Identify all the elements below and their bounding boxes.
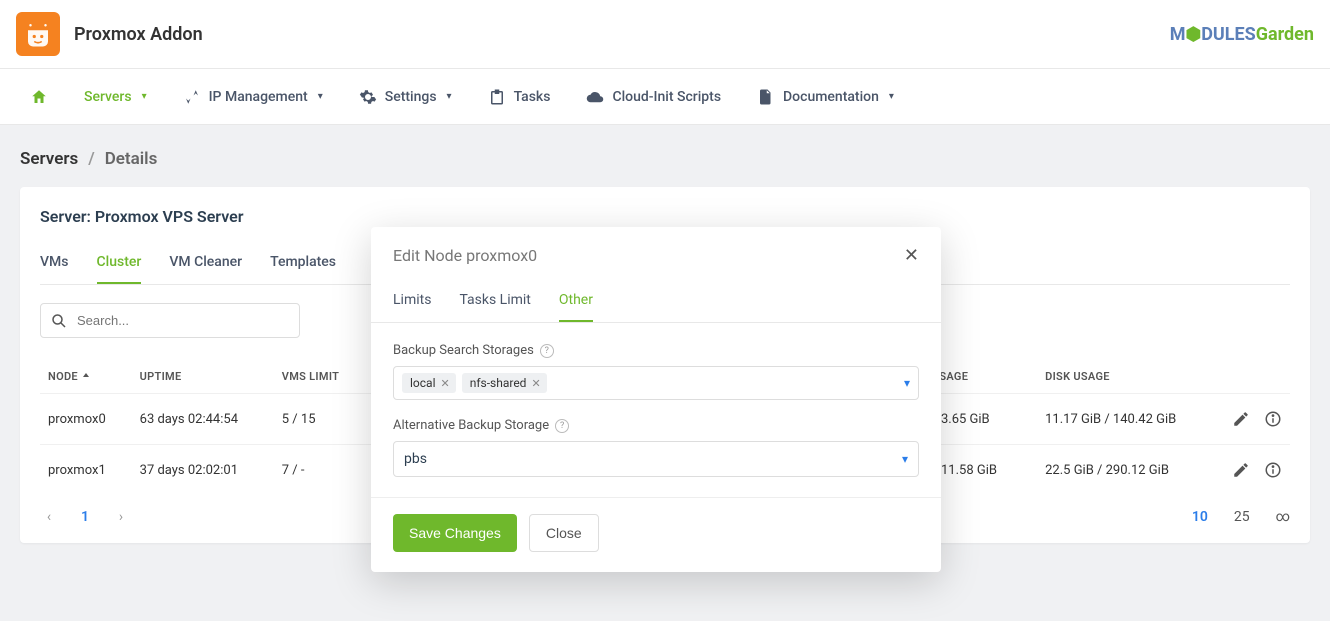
tab-vm-cleaner[interactable]: VM Cleaner bbox=[169, 246, 242, 284]
chevron-down-icon: ▾ bbox=[142, 91, 147, 102]
nav-settings[interactable]: Settings▾ bbox=[345, 80, 466, 114]
app-header: Proxmox Addon M⬢DULESGarden bbox=[0, 0, 1330, 69]
th-disk[interactable]: DISK USAGE bbox=[1037, 360, 1220, 394]
page-1[interactable]: 1 bbox=[76, 509, 94, 525]
cell-vms: 7 / - bbox=[274, 445, 365, 496]
backup-storages-select[interactable]: local✕ nfs-shared✕ ▾ bbox=[393, 366, 919, 400]
alt-backup-storage-select[interactable]: pbs ▾ bbox=[393, 441, 919, 477]
cell-node: proxmox1 bbox=[40, 445, 132, 496]
brand-logo: M⬢DULESGarden bbox=[1170, 24, 1314, 45]
search-icon bbox=[50, 312, 68, 330]
th-node[interactable]: NODE bbox=[40, 360, 132, 394]
tag-remove-icon[interactable]: ✕ bbox=[441, 377, 450, 390]
modal-title: Edit Node proxmox0 bbox=[393, 246, 537, 265]
gear-icon bbox=[359, 88, 377, 106]
chevron-down-icon: ▾ bbox=[447, 91, 452, 102]
modal-tab-other[interactable]: Other bbox=[559, 282, 593, 322]
save-button[interactable]: Save Changes bbox=[393, 514, 517, 552]
th-uptime[interactable]: UPTIME bbox=[132, 360, 274, 394]
breadcrumb-root[interactable]: Servers bbox=[20, 149, 78, 169]
edit-icon[interactable] bbox=[1232, 461, 1250, 479]
close-button[interactable]: Close bbox=[529, 514, 599, 552]
tag-nfs-shared: nfs-shared✕ bbox=[462, 373, 547, 393]
cell-disk: 22.5 GiB / 290.12 GiB bbox=[1037, 445, 1220, 496]
home-icon bbox=[30, 88, 48, 106]
page-size-25[interactable]: 25 bbox=[1234, 509, 1250, 525]
cell-node: proxmox0 bbox=[40, 394, 132, 445]
tag-remove-icon[interactable]: ✕ bbox=[531, 377, 540, 390]
swap-icon bbox=[183, 88, 201, 106]
modal-tab-tasks-limit[interactable]: Tasks Limit bbox=[459, 282, 530, 322]
tag-local: local✕ bbox=[402, 373, 456, 393]
cell-vms: 5 / 15 bbox=[274, 394, 365, 445]
edit-node-modal: Edit Node proxmox0 ✕ Limits Tasks Limit … bbox=[371, 227, 941, 572]
chevron-down-icon[interactable]: ▾ bbox=[904, 376, 910, 390]
modal-tabs: Limits Tasks Limit Other bbox=[371, 282, 941, 323]
app-logo bbox=[16, 12, 60, 56]
sort-asc-icon bbox=[81, 372, 91, 382]
gear-o-icon: ⬢ bbox=[1185, 24, 1201, 45]
app-title: Proxmox Addon bbox=[74, 24, 203, 45]
breadcrumb-sep: / bbox=[88, 149, 94, 169]
tab-templates[interactable]: Templates bbox=[270, 246, 336, 284]
cell-uptime: 37 days 02:02:01 bbox=[132, 445, 274, 496]
page-size-all[interactable]: ∞ bbox=[1276, 509, 1290, 525]
search-box bbox=[40, 303, 300, 338]
info-icon[interactable] bbox=[1264, 410, 1282, 428]
breadcrumb: Servers / Details bbox=[0, 125, 1330, 187]
document-icon bbox=[757, 88, 775, 106]
chevron-down-icon: ▾ bbox=[889, 91, 894, 102]
th-vms-limit[interactable]: VMS LIMIT bbox=[274, 360, 365, 394]
page-prev[interactable]: ‹ bbox=[40, 509, 58, 525]
modal-tab-limits[interactable]: Limits bbox=[393, 282, 431, 322]
page-next[interactable]: › bbox=[112, 509, 130, 525]
info-icon[interactable] bbox=[1264, 461, 1282, 479]
clipboard-icon bbox=[488, 88, 506, 106]
cell-uptime: 63 days 02:44:54 bbox=[132, 394, 274, 445]
chevron-down-icon[interactable]: ▾ bbox=[902, 452, 908, 466]
nav-ip-management[interactable]: IP Management▾ bbox=[169, 80, 337, 114]
edit-icon[interactable] bbox=[1232, 410, 1250, 428]
tab-vms[interactable]: VMs bbox=[40, 246, 69, 284]
label-backup-storages: Backup Search Storages ? bbox=[393, 343, 919, 358]
close-icon[interactable]: ✕ bbox=[904, 245, 919, 266]
nav-home[interactable] bbox=[16, 80, 62, 114]
card-title: Server: Proxmox VPS Server bbox=[40, 207, 1290, 226]
primary-nav: Servers▾ IP Management▾ Settings▾ Tasks … bbox=[0, 69, 1330, 125]
tab-cluster[interactable]: Cluster bbox=[97, 246, 142, 284]
nav-documentation[interactable]: Documentation▾ bbox=[743, 80, 908, 114]
search-input[interactable] bbox=[40, 303, 300, 338]
page-size-10[interactable]: 10 bbox=[1192, 509, 1208, 525]
help-icon[interactable]: ? bbox=[540, 344, 554, 358]
chevron-down-icon: ▾ bbox=[318, 91, 323, 102]
cloud-icon bbox=[586, 88, 604, 106]
face-icon bbox=[23, 19, 53, 49]
nav-tasks[interactable]: Tasks bbox=[474, 80, 565, 114]
label-alt-backup-storage: Alternative Backup Storage ? bbox=[393, 418, 919, 433]
help-icon[interactable]: ? bbox=[555, 419, 569, 433]
nav-servers[interactable]: Servers▾ bbox=[70, 81, 161, 113]
breadcrumb-current: Details bbox=[105, 149, 158, 169]
cell-disk: 11.17 GiB / 140.42 GiB bbox=[1037, 394, 1220, 445]
nav-cloud-init[interactable]: Cloud-Init Scripts bbox=[572, 80, 735, 114]
